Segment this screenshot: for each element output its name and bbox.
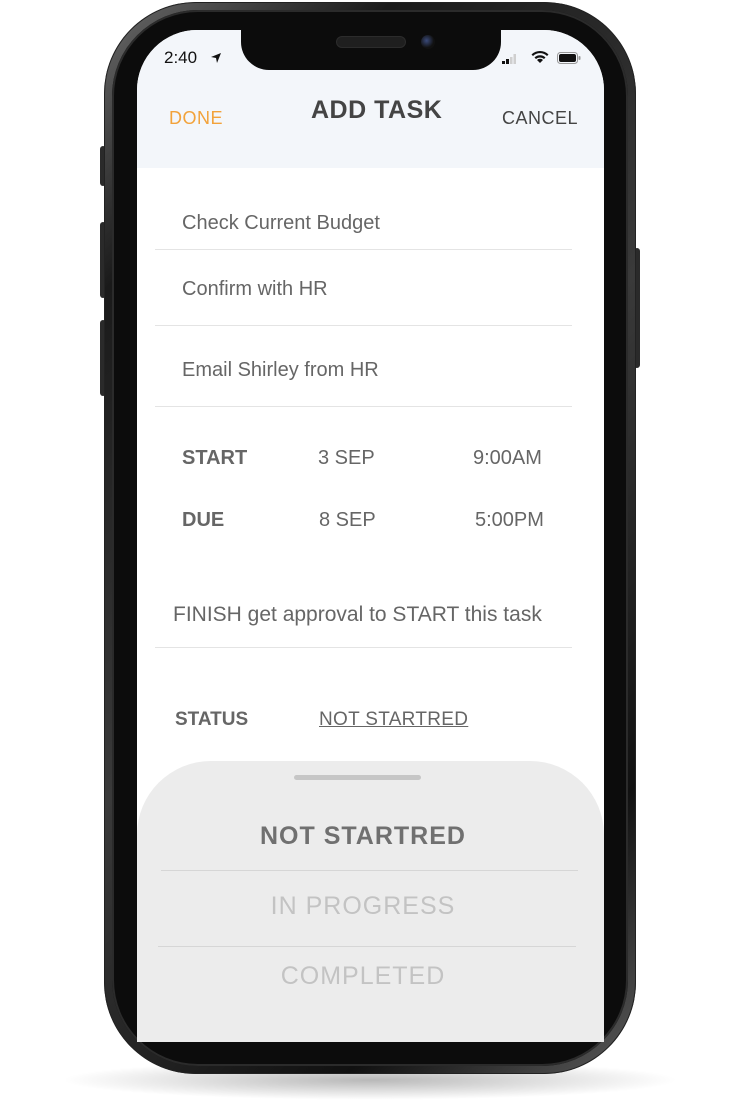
- location-arrow-icon: [211, 53, 221, 63]
- picker-option-in-progress[interactable]: IN PROGRESS: [137, 892, 589, 921]
- picker-option-not-started[interactable]: NOT STARTRED: [137, 822, 589, 851]
- status-time: 2:40: [164, 48, 198, 67]
- picker-option-completed[interactable]: COMPLETED: [137, 962, 589, 991]
- cellular-signal-icon: [502, 54, 516, 64]
- divider: [155, 406, 572, 407]
- start-time[interactable]: 9:00AM: [473, 447, 542, 470]
- task-item-1[interactable]: Check Current Budget: [182, 212, 380, 235]
- due-label: DUE: [182, 509, 225, 531]
- divider: [155, 647, 572, 648]
- status-dropdown[interactable]: NOT STARTRED: [319, 709, 468, 731]
- status-label: STATUS: [175, 709, 249, 730]
- task-item-3[interactable]: Email Shirley from HR: [182, 359, 379, 382]
- page-title: ADD TASK: [311, 96, 443, 124]
- done-button[interactable]: DONE: [169, 108, 223, 129]
- start-date[interactable]: 3 SEP: [318, 447, 375, 470]
- picker-divider: [158, 946, 576, 947]
- sheet-drag-handle[interactable]: [294, 775, 421, 780]
- battery-icon: [557, 52, 581, 64]
- phone-mockup: 2:40 DONE ADD TASK CANCEL Check Current …: [0, 0, 736, 1112]
- speaker-grille: [337, 37, 405, 47]
- divider: [155, 249, 572, 250]
- task-note[interactable]: FINISH get approval to START this task: [173, 603, 542, 627]
- task-item-2[interactable]: Confirm with HR: [182, 278, 328, 301]
- divider: [155, 325, 572, 326]
- due-time[interactable]: 5:00PM: [475, 509, 544, 532]
- cancel-button[interactable]: CANCEL: [502, 108, 578, 129]
- start-label: START: [182, 447, 248, 469]
- front-camera: [421, 35, 435, 49]
- picker-divider: [161, 870, 578, 871]
- wifi-icon: [531, 50, 549, 63]
- notch: [241, 28, 501, 70]
- due-date[interactable]: 8 SEP: [319, 509, 376, 532]
